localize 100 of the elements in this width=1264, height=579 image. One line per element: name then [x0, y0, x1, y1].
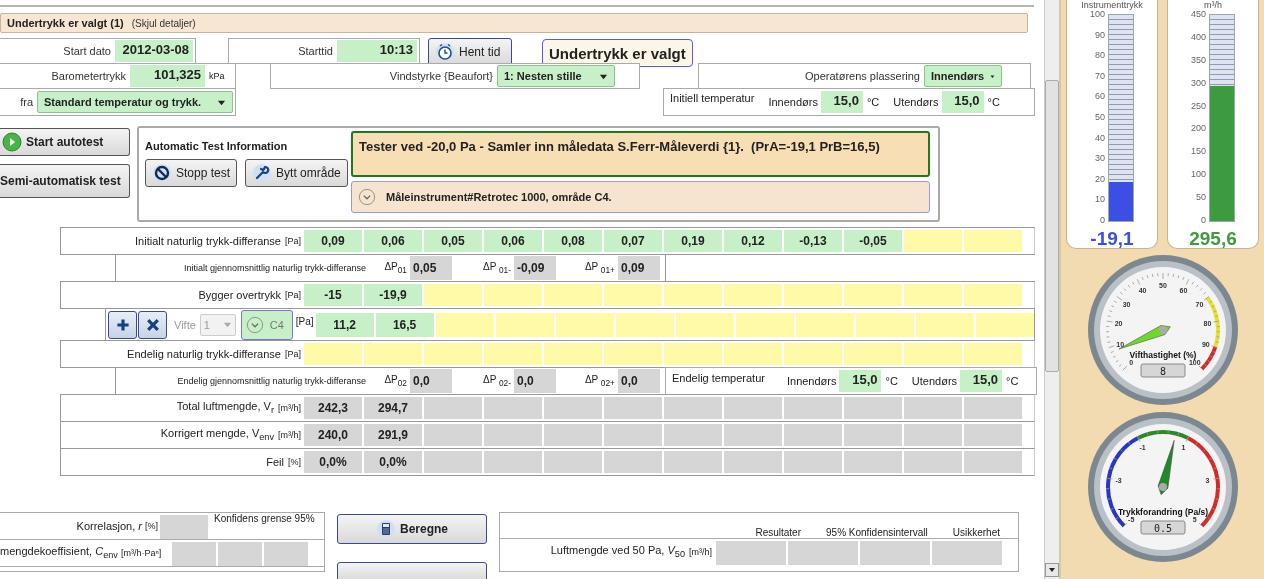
field-label: fra: [20, 96, 33, 108]
symbol-label: ΔP$_{01}$: [383, 261, 408, 275]
dropdown[interactable]: 1: Nesten stille: [497, 65, 615, 87]
tick-label: 80: [1095, 50, 1105, 61]
column-header: Usikkerhet: [952, 527, 1000, 538]
empty-cell: [264, 542, 308, 566]
test-button[interactable]: Semi-automatisk test: [0, 164, 130, 198]
row-label: Initialt naturlig trykk-differanse: [135, 235, 281, 247]
temperature-field[interactable]: 15,0: [960, 370, 1003, 392]
dropdown[interactable]: Standard temperatur og trykk.: [37, 91, 233, 113]
instrument-expander[interactable]: Måleinstrument#Retrotec 1000, område C4.: [351, 181, 930, 213]
get-time-button[interactable]: Hent tid: [428, 38, 512, 66]
scrollbar[interactable]: [1044, 0, 1059, 579]
temperature-field[interactable]: 15,0: [941, 91, 984, 113]
dropdown[interactable]: Innendørs: [924, 65, 1002, 87]
empty-cell: [904, 230, 962, 252]
empty-cell: [964, 230, 1022, 252]
empty-cell: [844, 397, 902, 419]
value-cell: 0,0: [618, 369, 660, 393]
empty-cell: [784, 451, 842, 473]
add-button[interactable]: [108, 310, 137, 339]
empty-cell: [844, 284, 902, 306]
cross-icon: [144, 316, 161, 333]
empty-cell: [664, 343, 722, 365]
button[interactable]: [337, 562, 487, 579]
unit-label: [Pa]: [295, 316, 314, 327]
temperature-field[interactable]: 15,0: [839, 370, 882, 392]
temperature-field[interactable]: 15,0: [820, 91, 863, 113]
value-cell: 0,0: [514, 369, 556, 393]
panel-button[interactable]: Stopp test: [145, 159, 238, 187]
empty-cell: [964, 284, 1022, 306]
tick-label: 90: [1095, 29, 1105, 40]
remove-button[interactable]: [138, 310, 167, 339]
gauge-title: Trykkforandring (Pa/s): [1117, 507, 1208, 517]
empty-cell: [424, 397, 482, 419]
value-cell: 294,7: [364, 397, 422, 419]
panel-button[interactable]: Bytt område: [245, 159, 348, 187]
row-label: Korrelasjon, r: [76, 520, 142, 532]
row-label: Endelig gjennomsnittlig naturlig trykk-differanse: [176, 376, 366, 386]
plus-icon: [114, 316, 131, 333]
empty-cell: [964, 451, 1022, 473]
empty-cell: [964, 424, 1022, 446]
gauge-title: Vifthastighet (%): [1129, 350, 1196, 360]
row-label: Endelig naturlig trykk-differanse: [127, 348, 281, 360]
value-cell: 242,3: [304, 397, 362, 419]
empty-cell: [604, 424, 662, 446]
empty-cell: [664, 397, 722, 419]
scroll-down-button[interactable]: [1045, 563, 1059, 577]
symbol-label: ΔP $_{01+}$: [583, 261, 616, 275]
row-label: Bygger overtrykk: [198, 289, 281, 301]
empty-cell: [784, 284, 842, 306]
empty-cell: [904, 343, 962, 365]
calculate-button[interactable]: Beregne: [337, 514, 487, 544]
gauge-needle: [1118, 325, 1171, 350]
time-field[interactable]: 10:13: [337, 40, 417, 62]
symbol-label: ΔP$_{02}$: [383, 374, 408, 388]
empty-cell: [904, 451, 962, 473]
unit-label: [Pa]: [285, 290, 301, 300]
value-cell: 0,07: [604, 230, 662, 252]
value-cell: 0,0: [410, 369, 452, 393]
empty-cell: [784, 397, 842, 419]
field-label: Vindstyrke {Beaufort}: [389, 70, 493, 82]
empty-cell: [218, 542, 262, 566]
empty-cell: [604, 397, 662, 419]
row-label: Feil: [266, 456, 284, 468]
pressure-field[interactable]: 101,325: [130, 65, 205, 87]
gauge-needle: [1157, 440, 1174, 496]
empty-cell: [788, 541, 858, 565]
tick-label: 40: [1095, 132, 1105, 143]
empty-cell: [724, 451, 782, 473]
status-title: Undertrykk er valgt (1): [7, 17, 124, 29]
field-label: Innendørs: [786, 375, 837, 387]
status-message: Tester ved -20,0 Pa - Samler inn måledata S.Ferr-Måleverdi {1}. (PrA=-19,1 PrB=16,5): [351, 131, 930, 177]
wrench-icon: [252, 163, 273, 183]
value-cell: -0,09: [514, 256, 556, 280]
row-label: Total luftmengde, V$_{r}$: [176, 400, 274, 416]
clock-icon: [435, 42, 455, 62]
value-cell: 16,5: [375, 312, 434, 337]
field-label: Utendørs: [893, 96, 939, 108]
value-cell: 0,0%: [304, 451, 362, 473]
meter-reading: 295,6: [1189, 228, 1237, 250]
row-label: Initialt gjennomsnittlig naturlig trykk-differanse: [183, 263, 366, 273]
empty-cell: [844, 451, 902, 473]
readout-display: 8: [1140, 363, 1185, 378]
hide-details-link[interactable]: (Skjul detaljer): [131, 17, 196, 29]
tick-label: 200: [1191, 123, 1206, 134]
date-field[interactable]: 2012-03-08: [115, 40, 193, 62]
unit-label: [Pa]: [285, 349, 301, 359]
tick-label: 60: [1095, 91, 1105, 102]
field-label: Endelig temperatur: [671, 372, 766, 384]
range-expander[interactable]: C4: [240, 309, 293, 340]
scroll-thumb[interactable]: [1045, 80, 1059, 372]
value-cell: 0,12: [724, 230, 782, 252]
stop-icon: [152, 163, 172, 183]
mode-indicator: Undertrykk er valgt: [542, 39, 693, 67]
empty-cell: [860, 541, 930, 565]
unit-label: °C: [987, 96, 1000, 108]
empty-cell: [484, 284, 542, 306]
test-button[interactable]: Start autotest: [0, 128, 130, 156]
empty-cell: [664, 284, 722, 306]
